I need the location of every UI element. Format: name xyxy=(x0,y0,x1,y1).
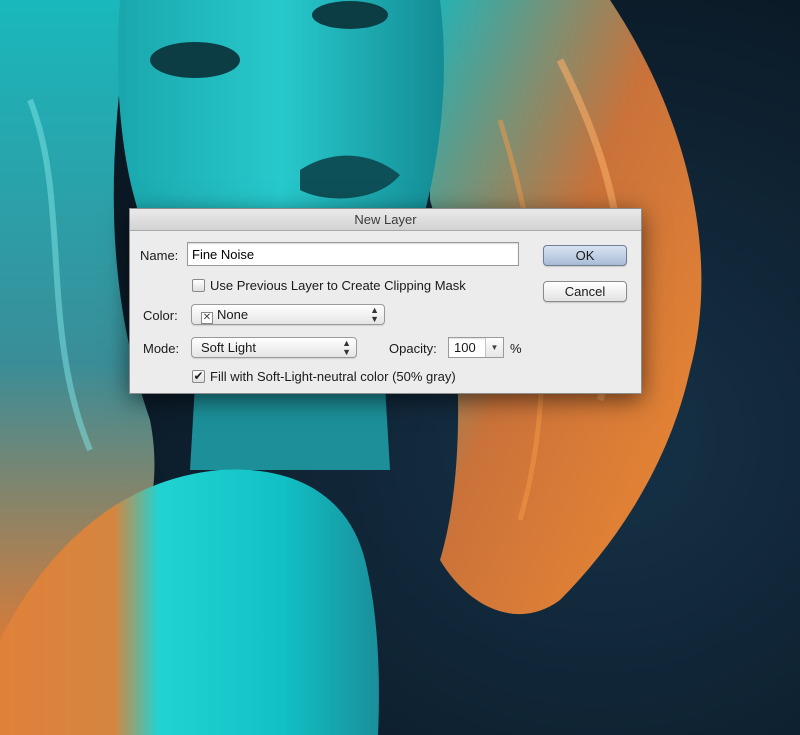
layer-name-input[interactable] xyxy=(187,242,519,266)
clipping-mask-label: Use Previous Layer to Create Clipping Ma… xyxy=(210,278,466,293)
opacity-combobox[interactable]: 100 ▼ xyxy=(448,337,504,358)
cancel-button[interactable]: Cancel xyxy=(543,281,627,302)
none-swatch-icon: ✕ xyxy=(201,312,213,324)
opacity-dropdown-arrow-icon[interactable]: ▼ xyxy=(485,338,503,357)
dialog-title: New Layer xyxy=(130,209,641,231)
opacity-value: 100 xyxy=(454,340,476,355)
mode-select-value: Soft Light xyxy=(201,340,256,355)
mode-select[interactable]: Soft Light ▲ ▼ xyxy=(191,337,357,358)
color-select[interactable]: ✕ None ▲ ▼ xyxy=(191,304,385,325)
fill-neutral-label: Fill with Soft-Light-neutral color (50% … xyxy=(210,369,456,384)
updown-arrows-icon: ▲ ▼ xyxy=(370,305,379,324)
color-select-value: None xyxy=(217,307,249,322)
opacity-label: Opacity: xyxy=(389,341,437,356)
new-layer-dialog: New Layer Name: Use Previous Layer to Cr… xyxy=(129,208,642,394)
updown-arrows-icon: ▲ ▼ xyxy=(342,338,351,357)
opacity-unit: % xyxy=(510,341,522,356)
color-label: Color: xyxy=(143,308,178,323)
name-label: Name: xyxy=(140,248,179,263)
fill-neutral-checkbox[interactable]: ✔ xyxy=(192,370,205,383)
ok-button[interactable]: OK xyxy=(543,245,627,266)
mode-label: Mode: xyxy=(143,341,180,356)
clipping-mask-checkbox[interactable] xyxy=(192,279,205,292)
